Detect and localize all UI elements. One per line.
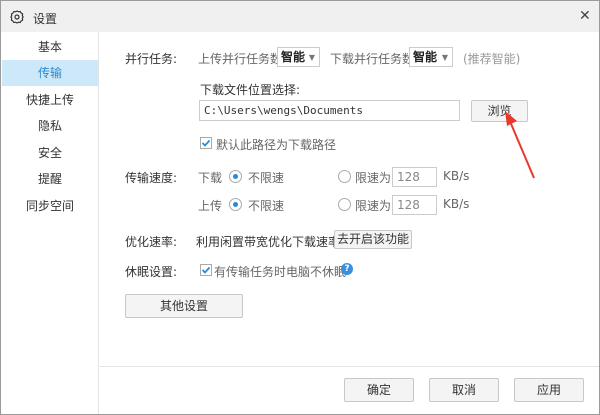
sidebar-item-privacy[interactable]: 隐私	[2, 113, 98, 139]
sidebar-item-security[interactable]: 安全	[2, 140, 98, 166]
default-path-checkbox[interactable]	[200, 137, 212, 149]
chevron-down-icon: ▼	[441, 53, 448, 62]
close-icon[interactable]: ✕	[579, 8, 591, 24]
no-sleep-checkbox[interactable]	[200, 264, 212, 276]
apply-button[interactable]: 应用	[514, 378, 584, 402]
upload-limit-input[interactable]: 128	[392, 195, 437, 215]
download-speed-label: 下载	[198, 171, 223, 185]
upload-unlimited-radio[interactable]	[229, 198, 242, 211]
footer-divider	[100, 366, 599, 367]
title-bar: 设置 ✕	[0, 0, 600, 32]
upload-unlimited-text: 不限速	[248, 199, 285, 213]
check-icon	[201, 139, 211, 147]
download-limit-input[interactable]: 128	[392, 167, 437, 187]
red-arrow-annotation	[505, 111, 535, 179]
download-unlimited-radio[interactable]	[229, 170, 242, 183]
gear-icon	[10, 10, 24, 24]
download-path-label: 下载文件位置选择:	[200, 83, 301, 97]
enable-optimize-button[interactable]: 去开启该功能	[334, 230, 412, 249]
help-icon[interactable]: ?	[341, 263, 353, 275]
download-parallel-value: 智能	[413, 50, 438, 64]
sidebar-item-basic[interactable]: 基本	[2, 34, 98, 60]
sidebar: 基本 传输 快捷上传 隐私 安全 提醒 同步空间	[1, 32, 99, 414]
other-settings-button[interactable]: 其他设置	[125, 294, 243, 318]
sidebar-item-transfer[interactable]: 传输	[2, 60, 98, 86]
parallel-hint: (推荐智能)	[463, 52, 521, 66]
upload-parallel-label: 上传并行任务数	[198, 52, 283, 66]
download-parallel-select[interactable]: 智能 ▼	[409, 47, 453, 67]
download-path-input[interactable]: C:\Users\wengs\Documents	[199, 100, 460, 121]
upload-parallel-value: 智能	[281, 50, 306, 64]
ok-button[interactable]: 确定	[344, 378, 414, 402]
no-sleep-text: 有传输任务时电脑不休眠	[214, 265, 347, 279]
sidebar-item-reminder[interactable]: 提醒	[2, 166, 98, 192]
default-path-text: 默认此路径为下载路径	[216, 138, 337, 152]
upload-parallel-select[interactable]: 智能 ▼	[277, 47, 320, 67]
upload-limit-radio[interactable]	[338, 198, 351, 211]
upload-limit-text: 限速为	[355, 199, 392, 213]
download-unlimited-text: 不限速	[248, 171, 285, 185]
download-parallel-label: 下载并行任务数	[330, 52, 415, 66]
sidebar-item-quick-upload[interactable]: 快捷上传	[2, 87, 98, 113]
parallel-label: 并行任务:	[125, 52, 178, 66]
cancel-button[interactable]: 取消	[429, 378, 499, 402]
check-icon	[201, 266, 211, 274]
optimize-text: 利用闲置带宽优化下载速率	[196, 235, 341, 249]
upload-unit: KB/s	[443, 197, 470, 211]
optimize-label: 优化速率:	[125, 235, 178, 249]
sleep-label: 休眠设置:	[125, 265, 178, 279]
chevron-down-icon: ▼	[308, 53, 315, 62]
download-limit-radio[interactable]	[338, 170, 351, 183]
download-unit: KB/s	[443, 169, 470, 183]
speed-label: 传输速度:	[125, 171, 178, 185]
sidebar-item-sync-space[interactable]: 同步空间	[2, 193, 98, 219]
window-title: 设置	[33, 12, 58, 26]
download-limit-text: 限速为	[355, 171, 392, 185]
upload-speed-label: 上传	[198, 199, 223, 213]
